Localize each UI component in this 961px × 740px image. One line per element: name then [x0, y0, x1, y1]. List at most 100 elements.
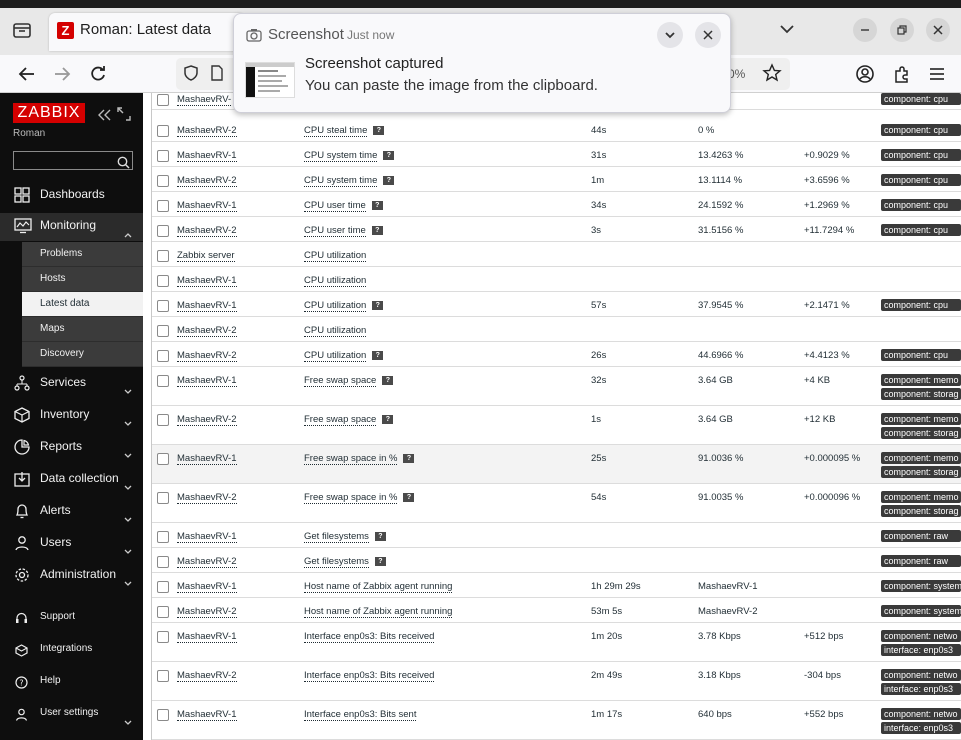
- tag-badge[interactable]: interface: enp0s3: [881, 683, 961, 695]
- row-checkbox[interactable]: [157, 300, 169, 312]
- item-name[interactable]: CPU utilization: [304, 275, 367, 287]
- menu-support[interactable]: Support: [0, 606, 143, 628]
- menu-dashboards[interactable]: Dashboards: [0, 182, 143, 208]
- tag-badge[interactable]: component: cpu: [881, 93, 961, 105]
- submenu-problems[interactable]: Problems: [22, 242, 143, 267]
- search-icon[interactable]: [117, 154, 130, 173]
- menu-user-settings[interactable]: User settings: [0, 702, 143, 725]
- restore-icon[interactable]: [890, 18, 914, 42]
- host-link[interactable]: MashaevRV-1: [177, 709, 237, 721]
- item-label[interactable]: Free swap space: [304, 375, 377, 387]
- zabbix-logo[interactable]: ZABBIX: [13, 103, 85, 123]
- item-label[interactable]: Host name of Zabbix agent running: [304, 606, 453, 618]
- tag-badge[interactable]: component: storag: [881, 505, 961, 517]
- tag-badge[interactable]: component: cpu: [881, 149, 961, 161]
- tag-badge[interactable]: component: memo: [881, 413, 961, 425]
- tag-badge[interactable]: component: storag: [881, 388, 961, 400]
- tag-badge[interactable]: component: cpu: [881, 124, 961, 136]
- menu-alerts[interactable]: Alerts: [0, 498, 143, 524]
- table-row[interactable]: MashaevRV-2 Host name of Zabbix agent run…: [152, 598, 961, 623]
- item-label[interactable]: Interface enp0s3: Bits received: [304, 631, 435, 643]
- table-row[interactable]: MashaevRV-1 CPU system time? 31s 13.4263 % +…: [152, 142, 961, 167]
- tag-badge[interactable]: component: cpu: [881, 224, 961, 236]
- info-icon[interactable]: ?: [374, 557, 386, 566]
- row-checkbox[interactable]: [157, 453, 169, 465]
- info-icon[interactable]: ?: [372, 301, 384, 310]
- table-row[interactable]: MashaevRV-2 Interface enp0s3: Bits receiv…: [152, 662, 961, 701]
- host-link[interactable]: MashaevRV-2: [177, 492, 237, 504]
- item-label[interactable]: CPU user time: [304, 225, 366, 237]
- menu-help[interactable]: ? Help: [0, 670, 143, 692]
- row-checkbox[interactable]: [157, 631, 169, 643]
- table-row[interactable]: MashaevRV-2 CPU system time? 1m 13.1114 % +3…: [152, 167, 961, 192]
- host-link[interactable]: MashaevRV-1: [177, 631, 237, 643]
- menu-icon[interactable]: [927, 64, 947, 84]
- info-icon[interactable]: ?: [373, 126, 385, 135]
- item-name[interactable]: Interface enp0s3: Bits received: [304, 631, 435, 643]
- item-name[interactable]: CPU user time?: [304, 225, 383, 237]
- item-name[interactable]: Interface enp0s3: Bits sent: [304, 709, 417, 721]
- row-checkbox[interactable]: [157, 125, 169, 137]
- close-icon[interactable]: [926, 18, 950, 42]
- notification-close-icon[interactable]: [695, 22, 721, 48]
- info-icon[interactable]: ?: [382, 376, 394, 385]
- host-link[interactable]: MashaevRV-1: [177, 531, 237, 543]
- tag-badge[interactable]: component: storag: [881, 427, 961, 439]
- row-checkbox[interactable]: [157, 350, 169, 362]
- host-link[interactable]: MashaevRV-: [177, 94, 232, 106]
- submenu-maps[interactable]: Maps: [22, 317, 143, 342]
- table-row[interactable]: MashaevRV-2 CPU steal time? 44s 0 % componen…: [152, 117, 961, 142]
- host-link[interactable]: MashaevRV-2: [177, 225, 237, 237]
- item-label[interactable]: Interface enp0s3: Bits sent: [304, 709, 417, 721]
- host-link[interactable]: MashaevRV-1: [177, 581, 237, 593]
- item-name[interactable]: Free swap space in %?: [304, 453, 415, 465]
- tag-badge[interactable]: component: system: [881, 580, 961, 592]
- table-row[interactable]: MashaevRV-2 Free swap space in %? 54s 91.00…: [152, 484, 961, 523]
- table-row[interactable]: MashaevRV-2 Free swap space? 1s 3.64 GB +12 …: [152, 406, 961, 445]
- tag-badge[interactable]: component: netwo: [881, 669, 961, 681]
- table-row[interactable]: MashaevRV-1 Interface enp0s3: Bits sent 1m…: [152, 701, 961, 740]
- table-row[interactable]: MashaevRV-2 CPU utilization? 26s 44.6966 % +…: [152, 342, 961, 367]
- item-name[interactable]: CPU utilization: [304, 250, 367, 262]
- item-label[interactable]: CPU system time: [304, 175, 378, 187]
- item-label[interactable]: Host name of Zabbix agent running: [304, 581, 453, 593]
- row-checkbox[interactable]: [157, 606, 169, 618]
- tag-badge[interactable]: component: cpu: [881, 174, 961, 186]
- row-checkbox[interactable]: [157, 94, 169, 106]
- item-label[interactable]: Get filesystems: [304, 531, 369, 543]
- collapse-sidebar-icon[interactable]: [98, 106, 112, 125]
- item-name[interactable]: CPU system time?: [304, 175, 395, 187]
- menu-services[interactable]: Services: [0, 370, 143, 396]
- table-row[interactable]: MashaevRV-1 Free swap space? 32s 3.64 GB +4 …: [152, 367, 961, 406]
- shield-icon[interactable]: [182, 64, 202, 84]
- row-checkbox[interactable]: [157, 670, 169, 682]
- host-link[interactable]: MashaevRV-2: [177, 325, 237, 337]
- account-icon[interactable]: [855, 64, 875, 84]
- host-link[interactable]: MashaevRV-2: [177, 175, 237, 187]
- item-label[interactable]: Free swap space in %: [304, 492, 398, 504]
- row-checkbox[interactable]: [157, 492, 169, 504]
- info-icon[interactable]: ?: [371, 226, 383, 235]
- info-icon[interactable]: ?: [403, 454, 415, 463]
- back-icon[interactable]: [17, 64, 37, 84]
- tag-badge[interactable]: component: memo: [881, 452, 961, 464]
- table-row[interactable]: MashaevRV-1 Host name of Zabbix agent run…: [152, 573, 961, 598]
- tag-badge[interactable]: component: cpu: [881, 349, 961, 361]
- star-icon[interactable]: [762, 63, 782, 83]
- item-label[interactable]: CPU utilization: [304, 275, 367, 287]
- info-icon[interactable]: ?: [383, 176, 395, 185]
- row-checkbox[interactable]: [157, 200, 169, 212]
- item-name[interactable]: Get filesystems?: [304, 556, 386, 568]
- host-link[interactable]: MashaevRV-1: [177, 453, 237, 465]
- tag-badge[interactable]: interface: enp0s3: [881, 722, 961, 734]
- info-icon[interactable]: ?: [383, 151, 395, 160]
- table-row[interactable]: MashaevRV-2 CPU utilization: [152, 317, 961, 342]
- info-icon[interactable]: ?: [382, 415, 394, 424]
- info-icon[interactable]: ?: [372, 351, 384, 360]
- row-checkbox[interactable]: [157, 375, 169, 387]
- extensions-icon[interactable]: [892, 64, 912, 84]
- tag-badge[interactable]: component: netwo: [881, 630, 961, 642]
- menu-data-collection[interactable]: Data collection: [0, 466, 143, 492]
- screenshot-notification[interactable]: Screenshot Just now Screenshot captured …: [233, 13, 731, 113]
- tag-badge[interactable]: component: raw: [881, 555, 961, 567]
